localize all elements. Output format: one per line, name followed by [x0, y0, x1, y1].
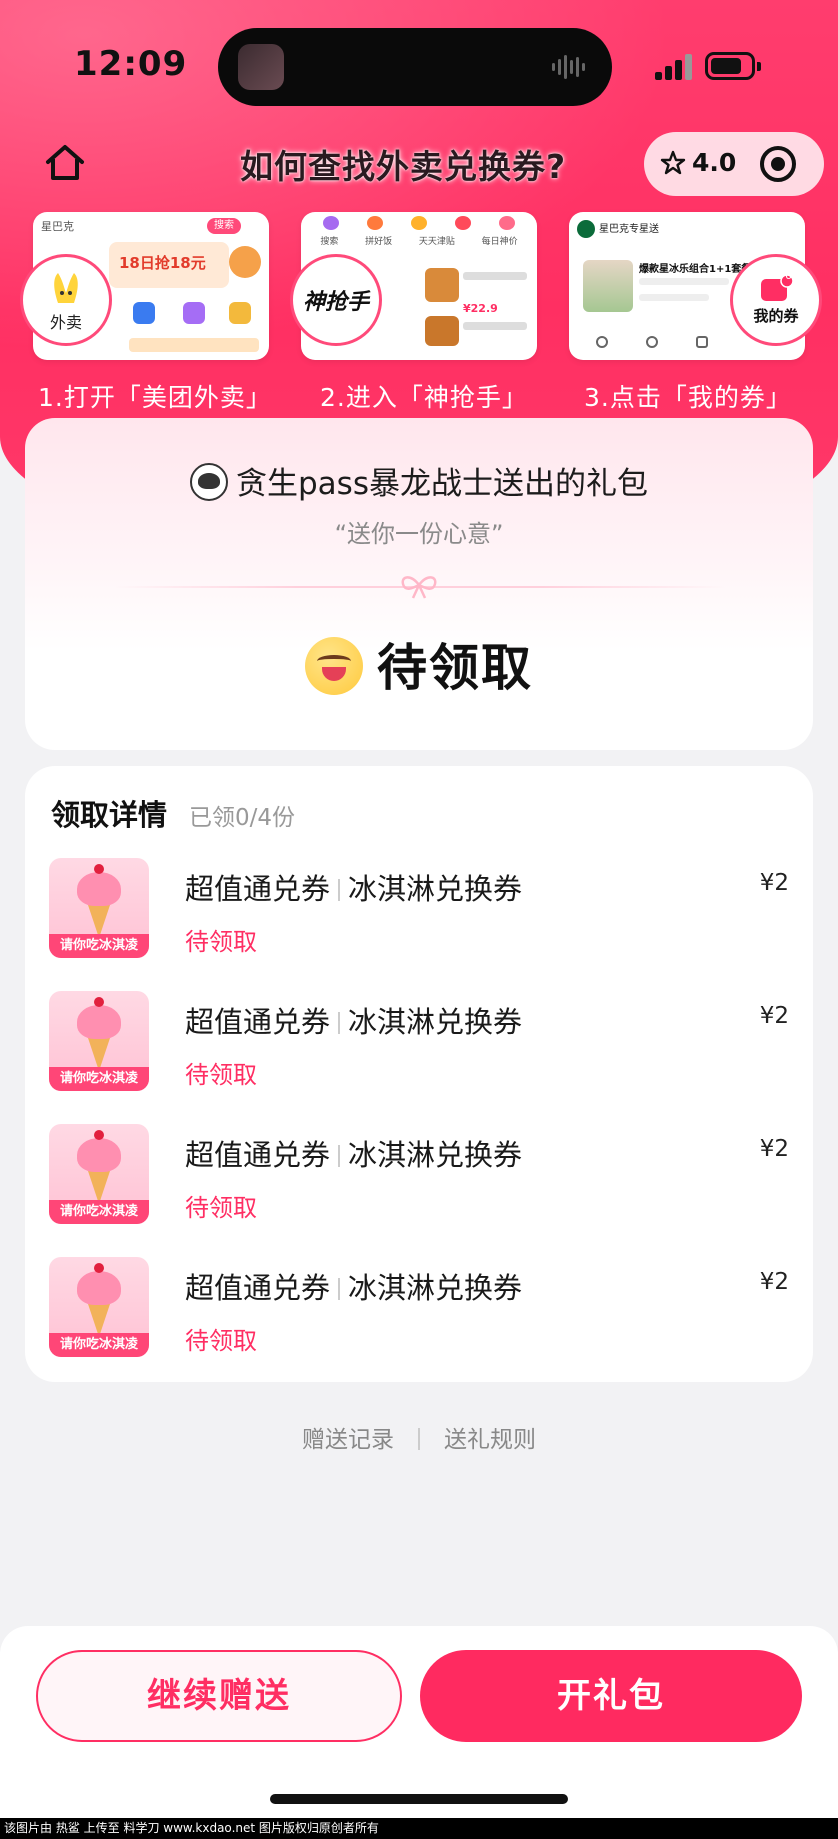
voucher-price: ¥2	[759, 1003, 789, 1029]
star-icon	[660, 150, 686, 174]
step-3-item: 爆款星冰乐组合1+1套餐	[639, 264, 752, 275]
voucher-tag: 请你吃冰淇凌	[49, 1200, 149, 1224]
gift-sender-text: 贪生pass暴龙战士送出的礼包	[236, 466, 648, 502]
gift-record-link[interactable]: 赠送记录	[302, 1427, 394, 1453]
step-2-tab-shenjia: 每日神价	[481, 237, 518, 247]
claim-count: 已领0/4份	[189, 805, 296, 831]
voucher-price: ¥2	[759, 1269, 789, 1295]
rating-value: 4.0	[692, 148, 737, 177]
step-3-shop-title: 星巴克专星送	[599, 224, 659, 235]
step-2-tab-search: 搜索	[320, 237, 339, 247]
starbucks-logo	[577, 220, 595, 238]
my-coupons-badge: 6 我的券	[730, 254, 822, 346]
step-3-label: 3.点击「我的券」	[584, 383, 792, 412]
step-1-label: 1.打开「美团外卖」	[38, 383, 272, 412]
island-camera-icon	[238, 44, 284, 90]
voucher-price: ¥2	[759, 1136, 789, 1162]
ice-cream-voucher-image: 请你吃冰淇凌	[49, 1257, 149, 1357]
continue-gifting-button[interactable]: 继续赠送	[36, 1650, 402, 1742]
step-1-promo: 18日抢18元	[119, 254, 206, 272]
my-coupons-count: 6	[785, 269, 792, 282]
voucher-name: 超值通兑券 冰淇淋兑换券	[185, 1265, 522, 1307]
mini-program-capsule: 4.0	[644, 132, 824, 196]
rating-button[interactable]: 4.0	[660, 148, 736, 177]
shenqiangshou-badge: 神抢手	[290, 254, 382, 346]
ice-cream-voucher-image: 请你吃冰淇凌	[49, 1124, 149, 1224]
gift-status-text: 待领取	[377, 639, 533, 697]
gift-status: 待领取	[25, 628, 813, 700]
footer-divider	[418, 1428, 420, 1450]
voucher-tag: 请你吃冰淇凌	[49, 1067, 149, 1091]
takeaway-badge-label: 外卖	[49, 313, 82, 332]
step-2-tab-pinhaofan: 拼好饭	[365, 237, 393, 247]
gift-rules-link[interactable]: 送礼规则	[444, 1427, 536, 1453]
open-gift-button[interactable]: 开礼包	[420, 1650, 802, 1742]
gift-card: 贪生pass暴龙战士送出的礼包 “送你一份心意” 待领取	[25, 418, 813, 750]
voucher-name: 超值通兑券 冰淇淋兑换券	[185, 1132, 522, 1174]
laughing-face-icon	[305, 637, 363, 695]
my-coupons-badge-label: 我的券	[753, 306, 799, 325]
ice-cream-voucher-image: 请你吃冰淇凌	[49, 991, 149, 1091]
step-2-price: ¥22.9	[463, 302, 498, 315]
voucher-status: 待领取	[185, 1327, 257, 1355]
voucher-brand: 超值通兑券	[185, 1271, 331, 1305]
bottom-action-bar: 继续赠送 开礼包	[0, 1626, 838, 1839]
voucher-item[interactable]: 请你吃冰淇凌 超值通兑券 冰淇淋兑换券 待领取 ¥2	[49, 1124, 789, 1228]
voucher-title: 冰淇淋兑换券	[348, 1005, 523, 1039]
status-bar: 12:09	[0, 0, 838, 130]
bow-icon	[401, 576, 437, 599]
close-mini-program-icon[interactable]	[760, 146, 796, 182]
voucher-title: 冰淇淋兑换券	[348, 1138, 523, 1172]
voucher-status: 待领取	[185, 928, 257, 956]
voucher-tag: 请你吃冰淇凌	[49, 934, 149, 958]
voucher-item[interactable]: 请你吃冰淇凌 超值通兑券 冰淇淋兑换券 待领取 ¥2	[49, 1257, 789, 1361]
claim-details-title: 领取详情	[51, 798, 168, 832]
voucher-tag: 请你吃冰淇凌	[49, 1333, 149, 1357]
home-icon	[46, 145, 84, 180]
gift-message: “送你一份心意”	[334, 520, 504, 548]
page-title: 如何查找外卖兑换券?	[240, 147, 567, 186]
footer-links: 赠送记录 送礼规则	[0, 1420, 838, 1454]
voucher-title: 冰淇淋兑换券	[348, 872, 523, 906]
voucher-brand: 超值通兑券	[185, 872, 331, 906]
takeaway-badge: 外卖	[20, 254, 112, 346]
voucher-status: 待领取	[185, 1061, 257, 1089]
step-2-label: 2.进入「神抢手」	[320, 383, 528, 412]
voucher-name: 超值通兑券 冰淇淋兑换券	[185, 866, 522, 908]
gift-sender: 贪生pass暴龙战士送出的礼包	[25, 458, 813, 503]
voucher-price: ¥2	[759, 870, 789, 896]
status-time: 12:09	[74, 44, 188, 84]
claim-details-card: 领取详情 已领0/4份 请你吃冰淇凌 超值通兑券 冰淇淋兑换券 待领取 ¥2 请你…	[25, 766, 813, 1382]
voucher-item[interactable]: 请你吃冰淇凌 超值通兑券 冰淇淋兑换券 待领取 ¥2	[49, 858, 789, 962]
home-indicator[interactable]	[270, 1794, 568, 1804]
step-1-search-button: 搜索	[207, 218, 241, 234]
voucher-name: 超值通兑券 冰淇淋兑换券	[185, 999, 522, 1041]
voucher-status: 待领取	[185, 1194, 257, 1222]
shenqiangshou-badge-label: 神抢手	[302, 290, 369, 315]
signal-icon	[655, 52, 695, 80]
battery-icon	[705, 52, 761, 80]
voucher-brand: 超值通兑券	[185, 1005, 331, 1039]
voucher-brand: 超值通兑券	[185, 1138, 331, 1172]
step-1-search-text: 星巴克	[41, 220, 74, 233]
voucher-item[interactable]: 请你吃冰淇凌 超值通兑券 冰淇淋兑换券 待领取 ¥2	[49, 991, 789, 1095]
step-2-tab-jintie: 天天津贴	[418, 237, 455, 247]
voucher-title: 冰淇淋兑换券	[348, 1271, 523, 1305]
watermark: 该图片由 热鲨 上传至 料学刀 www.kxdao.net 图片版权归原创者所有	[0, 1818, 838, 1839]
rabbit-ear-icon	[54, 273, 78, 303]
audio-wave-icon	[552, 50, 592, 84]
sender-avatar	[190, 463, 228, 501]
home-button[interactable]	[42, 140, 88, 186]
ice-cream-voucher-image: 请你吃冰淇凌	[49, 858, 149, 958]
